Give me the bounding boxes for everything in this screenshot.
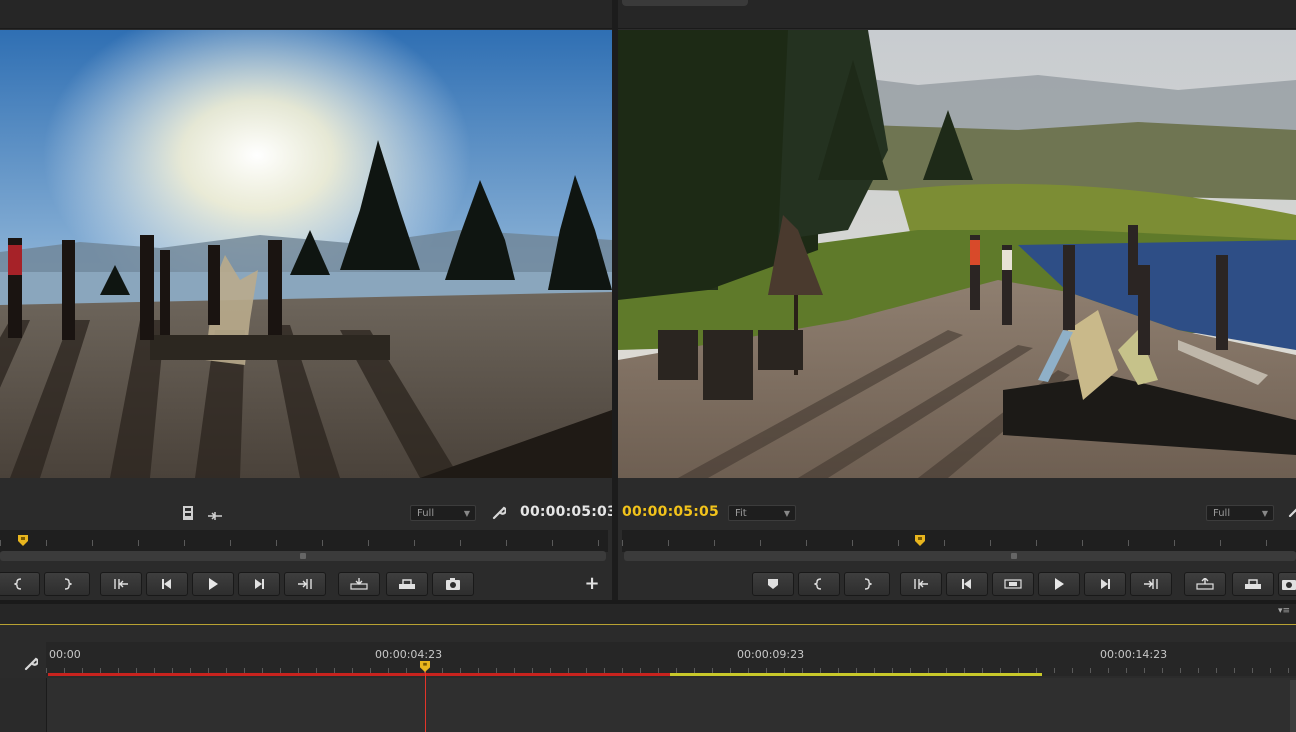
go-to-in-button[interactable]: [100, 572, 142, 596]
play-button[interactable]: [192, 572, 234, 596]
timeline-top-line: [0, 624, 1296, 625]
export-frame-button[interactable]: [1278, 572, 1296, 596]
scrollbar-thumb[interactable]: [300, 553, 306, 559]
timeline-playhead-marker[interactable]: [420, 661, 430, 672]
track-header-column: [0, 678, 47, 732]
mark-out-button[interactable]: [44, 572, 90, 596]
timeline-track-area[interactable]: [46, 678, 1296, 732]
export-frame-button[interactable]: [432, 572, 474, 596]
mark-in-button[interactable]: [0, 572, 40, 596]
panel-menu-icon[interactable]: ▾≡: [1278, 606, 1290, 616]
extract-button[interactable]: [1232, 572, 1274, 596]
render-bar-red: [48, 673, 670, 676]
program-monitor-panel: 00:00:05:05 Fit ▼ Full ▼: [618, 0, 1296, 600]
source-transport-controls: +: [0, 572, 612, 596]
program-playhead-marker[interactable]: [915, 535, 925, 546]
step-forward-button[interactable]: [1084, 572, 1126, 596]
tick-label: 00:00:04:23: [375, 648, 443, 661]
mark-out-button[interactable]: [844, 572, 890, 596]
ruler-ticks: [622, 540, 1296, 546]
add-button[interactable]: +: [584, 572, 600, 596]
program-resolution-dropdown[interactable]: Full ▼: [1206, 505, 1274, 521]
tick-label: 00:00: [49, 648, 81, 661]
step-back-button[interactable]: [146, 572, 188, 596]
source-playhead-marker[interactable]: [18, 535, 28, 546]
lift-button[interactable]: [1184, 572, 1226, 596]
step-back-button[interactable]: [946, 572, 988, 596]
source-video-frame: [0, 30, 612, 478]
ruler-ticks: [0, 540, 608, 546]
insert-button[interactable]: [338, 572, 380, 596]
overwrite-button[interactable]: [386, 572, 428, 596]
step-forward-button[interactable]: [238, 572, 280, 596]
chevron-down-icon: ▼: [1261, 509, 1268, 518]
program-time-ruler[interactable]: [622, 530, 1296, 552]
play-button[interactable]: [1038, 572, 1080, 596]
program-zoom-label: Fit: [735, 508, 747, 519]
wrench-icon[interactable]: [492, 505, 507, 520]
program-zoom-scrollbar[interactable]: [624, 551, 1296, 561]
tick-label: 00:00:14:23: [1100, 648, 1168, 661]
program-video-frame: [618, 30, 1296, 478]
program-monitor-tab[interactable]: [622, 0, 748, 6]
source-resolution-label: Full: [417, 508, 435, 519]
play-in-to-out-button[interactable]: [992, 572, 1034, 596]
chevron-down-icon: ▼: [783, 509, 790, 518]
mark-in-button[interactable]: [798, 572, 840, 596]
timeline-panel: ▾≡ 00:00 00:00:04:23 00:00:09:23 00:00:1…: [0, 604, 1296, 732]
render-bar-yellow: [670, 673, 1042, 676]
program-resolution-label: Full: [1213, 508, 1231, 519]
timeline-header: ▾≡: [0, 604, 1296, 625]
wrench-icon[interactable]: [1288, 503, 1296, 517]
source-time-ruler[interactable]: [0, 530, 608, 552]
program-timecode[interactable]: 00:00:05:05: [622, 504, 719, 520]
wrench-icon[interactable]: [24, 656, 39, 671]
go-to-in-button[interactable]: [900, 572, 942, 596]
timeline-ruler[interactable]: 00:00 00:00:04:23 00:00:09:23 00:00:14:2…: [46, 642, 1296, 676]
program-zoom-dropdown[interactable]: Fit ▼: [728, 505, 796, 521]
program-transport-controls: [618, 572, 1296, 596]
scrollbar-thumb[interactable]: [1010, 553, 1017, 559]
source-timecode[interactable]: 00:00:05:03: [520, 504, 617, 520]
chevron-down-icon: ▼: [463, 509, 470, 518]
go-to-out-button[interactable]: [284, 572, 326, 596]
source-zoom-scrollbar[interactable]: [0, 551, 606, 561]
film-icon[interactable]: [182, 505, 194, 520]
timeline-scrollbar[interactable]: [1290, 680, 1296, 732]
go-to-out-button[interactable]: [1130, 572, 1172, 596]
source-monitor-header: [0, 0, 612, 29]
source-resolution-dropdown[interactable]: Full ▼: [410, 505, 476, 521]
timeline-playhead-line[interactable]: [425, 664, 426, 732]
tick-label: 00:00:09:23: [737, 648, 805, 661]
source-monitor-panel: Full ▼ 00:00:05:03 +: [0, 0, 617, 600]
insert-icon[interactable]: [207, 507, 223, 520]
add-marker-button[interactable]: [752, 572, 794, 596]
